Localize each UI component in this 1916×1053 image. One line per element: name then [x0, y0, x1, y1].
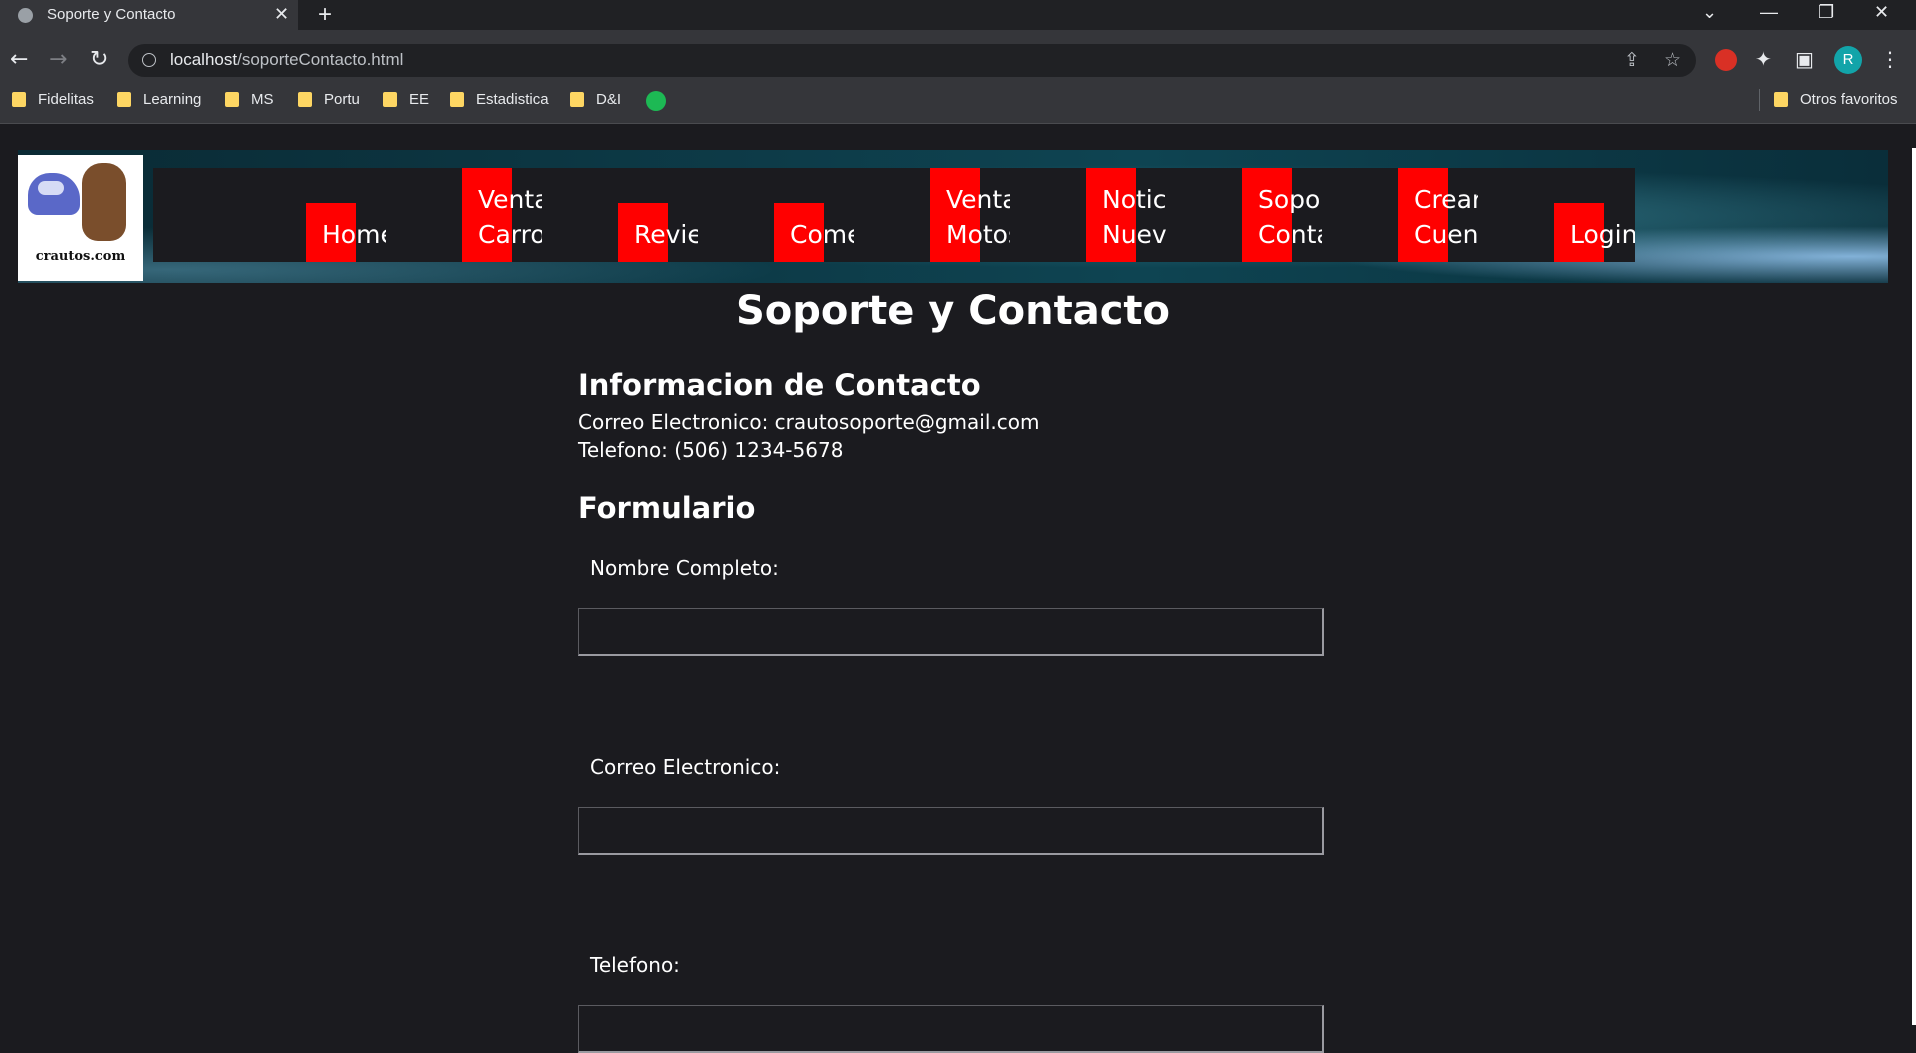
forward-icon[interactable]: →: [49, 47, 67, 73]
site-logo[interactable]: crautos.com: [18, 155, 143, 281]
bookmarks-bar: Fidelitas Learning MS Portu EE Estadisti…: [0, 80, 1916, 124]
reload-icon[interactable]: ↻: [90, 47, 108, 73]
new-tab-button[interactable]: +: [318, 1, 332, 29]
page-title: Soporte y Contacto: [735, 288, 1171, 334]
nav-label: Login: [1570, 220, 1635, 249]
contact-email: Correo Electronico: crautosoporte@gmail.…: [578, 410, 1040, 434]
bookmarks-divider: [1759, 89, 1760, 111]
nav-label: Notic Nuevo: [1102, 185, 1166, 249]
close-tab-icon[interactable]: ✕: [274, 4, 289, 25]
full-name-label: Nombre Completo:: [590, 556, 779, 580]
globe-icon: [18, 8, 33, 23]
nav-noticias-nuevos[interactable]: Notic Nuevo: [1086, 168, 1166, 262]
page-content: crautos.com Home Venta Carro Revie Comer…: [0, 124, 1916, 1053]
share-icon[interactable]: ⇪: [1624, 49, 1640, 71]
bookmark-ms[interactable]: MS: [225, 91, 274, 108]
nav-login[interactable]: Login: [1554, 168, 1635, 262]
nav-home[interactable]: Home: [306, 168, 386, 262]
bookmark-otros-favoritos[interactable]: Otros favoritos: [1774, 91, 1898, 108]
close-window-button[interactable]: ✕: [1874, 2, 1889, 23]
bookmark-fidelitas[interactable]: Fidelitas: [12, 91, 94, 108]
folder-icon: [117, 92, 131, 107]
email-label: Correo Electronico:: [590, 755, 781, 779]
nav-reviews[interactable]: Revie: [618, 168, 698, 262]
folder-icon: [570, 92, 584, 107]
folder-icon: [1774, 92, 1788, 107]
menu-kebab-icon[interactable]: ⋮: [1880, 47, 1900, 71]
bookmark-learning[interactable]: Learning: [117, 91, 201, 108]
bookmark-ee[interactable]: EE: [383, 91, 429, 108]
browser-tab[interactable]: Soporte y Contacto ✕: [0, 0, 298, 30]
folder-icon: [298, 92, 312, 107]
contact-info-heading: Informacion de Contacto: [578, 368, 981, 402]
contact-phone: Telefono: (506) 1234-5678: [578, 438, 844, 462]
bookmark-estadistica[interactable]: Estadistica: [450, 91, 549, 108]
url-text[interactable]: localhost/soporteContacto.html: [170, 50, 403, 70]
spotify-icon[interactable]: [646, 91, 666, 111]
folder-icon: [12, 92, 26, 107]
tab-search-icon[interactable]: ⌄: [1702, 2, 1717, 23]
logo-sloth-image: [82, 163, 126, 241]
tab-title: Soporte y Contacto: [47, 6, 176, 23]
logo-text: crautos.com: [35, 249, 126, 264]
phone-label: Telefono:: [590, 953, 680, 977]
restore-button[interactable]: ❐: [1818, 2, 1834, 23]
back-icon[interactable]: ←: [10, 47, 28, 73]
form-heading: Formulario: [578, 491, 756, 525]
nav-label: Sopor Conta: [1258, 185, 1322, 249]
nav-label: Revie: [634, 220, 698, 249]
side-panel-icon[interactable]: ▣: [1795, 47, 1814, 71]
nav-venta-motos[interactable]: Venta Motos: [930, 168, 1010, 262]
folder-icon: [383, 92, 397, 107]
nav-label: Home: [322, 220, 386, 249]
folder-icon: [225, 92, 239, 107]
nav-crear-cuenta[interactable]: Crear Cuent: [1398, 168, 1478, 262]
nav-comentarios[interactable]: Comer: [774, 168, 854, 262]
full-name-input[interactable]: [578, 608, 1324, 656]
site-header: crautos.com Home Venta Carro Revie Comer…: [18, 150, 1888, 283]
nav-label: Venta Motos: [946, 185, 1010, 249]
nav-label: Crear Cuent: [1414, 185, 1478, 249]
extension-adblock-icon[interactable]: [1715, 49, 1737, 71]
folder-icon: [450, 92, 464, 107]
nav-label: Venta Carro: [478, 185, 542, 249]
site-info-icon[interactable]: [142, 53, 156, 67]
bookmark-di[interactable]: D&I: [570, 91, 621, 108]
address-bar[interactable]: localhost/soporteContacto.html ⇪ ☆: [128, 44, 1696, 77]
bookmark-star-icon[interactable]: ☆: [1664, 49, 1681, 71]
minimize-button[interactable]: —: [1760, 2, 1778, 23]
nav-soporte-contacto[interactable]: Sopor Conta: [1242, 168, 1322, 262]
email-input[interactable]: [578, 807, 1324, 855]
phone-input[interactable]: [578, 1005, 1324, 1053]
logo-car-image: [28, 173, 80, 215]
bookmark-portu[interactable]: Portu: [298, 91, 360, 108]
browser-tab-strip: Soporte y Contacto ✕ + ⌄ — ❐ ✕: [0, 0, 1916, 30]
profile-avatar[interactable]: R: [1834, 46, 1862, 74]
main-nav: Home Venta Carro Revie Comer Venta Motos…: [153, 168, 1635, 262]
nav-label: Comer: [790, 220, 854, 249]
extensions-puzzle-icon[interactable]: ✦: [1755, 47, 1772, 71]
nav-venta-carros[interactable]: Venta Carro: [462, 168, 542, 262]
scrollbar[interactable]: [1912, 148, 1916, 1025]
